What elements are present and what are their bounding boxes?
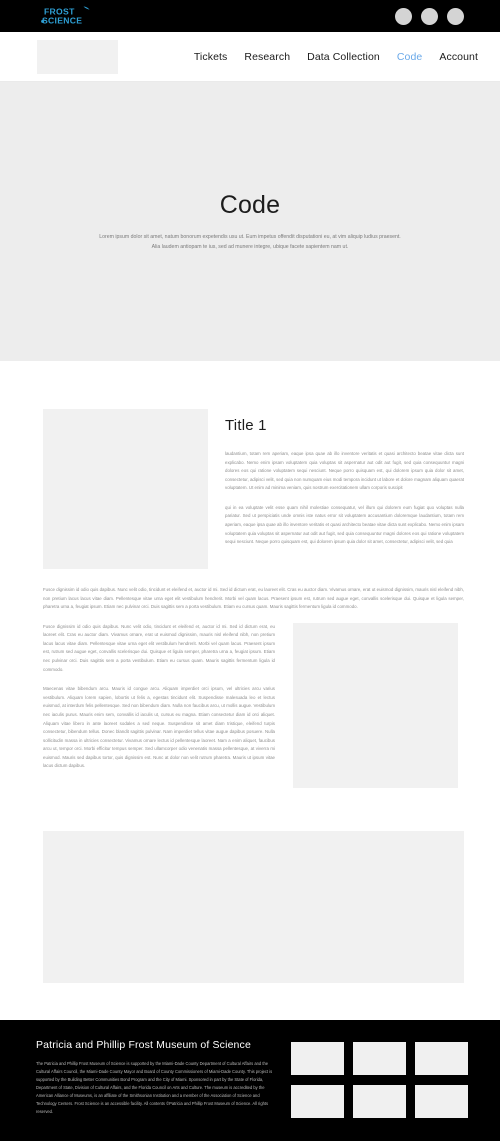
content-row-mid: Fusce dignissim id odio quis dapibus. Nu…: [43, 622, 464, 788]
social-circle-3-icon[interactable]: [447, 7, 464, 25]
site-footer: Patricia and Phillip Frost Museum of Sci…: [0, 1019, 500, 1141]
footer-title: Patricia and Phillip Frost Museum of Sci…: [36, 1038, 251, 1051]
footer-text-column: Patricia and Phillip Frost Museum of Sci…: [36, 1039, 273, 1116]
nav-link-tickets[interactable]: Tickets: [194, 51, 228, 63]
sponsor-logo-3[interactable]: [415, 1041, 468, 1075]
body-paragraph-3: Fusce dignissim id odio quis dapibus. Nu…: [43, 623, 275, 672]
footer-legal-text: The Patricia and Phillip Frost Museum of…: [36, 1060, 273, 1114]
body-paragraph-1: laudantium, totam rem aperiam, eaque ips…: [225, 451, 464, 491]
hero-section: Code Lorem ipsum dolor sit amet, natum b…: [0, 82, 500, 361]
main-content: Title 1 laudantium, totam rem aperiam, e…: [0, 361, 500, 983]
nav-logo-placeholder[interactable]: [37, 39, 118, 74]
nav-link-data-collection[interactable]: Data Collection: [307, 51, 380, 63]
content-wide-block: Fusce dignissim id odio quis dapibus. Nu…: [43, 586, 464, 612]
image-placeholder-left: [43, 409, 208, 569]
nav-link-code[interactable]: Code: [397, 51, 423, 63]
sponsor-logo-1[interactable]: [291, 1041, 344, 1075]
sponsor-logo-grid: [291, 1039, 468, 1118]
sponsor-logo-2[interactable]: [353, 1041, 406, 1075]
body-paragraph-2: qui in ea voluptate velit esse quam nihi…: [225, 504, 464, 545]
main-navigation-bar: Tickets Research Data Collection Code Ac…: [0, 32, 500, 82]
content-column-left: Fusce dignissim id odio quis dapibus. Nu…: [43, 623, 275, 771]
social-circle-1-icon[interactable]: [395, 7, 412, 25]
image-placeholder-right: [293, 622, 458, 788]
sponsor-logo-6[interactable]: [415, 1084, 468, 1118]
social-icon-group: [395, 7, 464, 25]
hero-subtitle: Lorem ipsum dolor sit amet, natum bonoru…: [99, 234, 401, 250]
top-utility-bar: FROST SCIENCE: [0, 0, 500, 32]
frost-science-logo[interactable]: FROST SCIENCE: [40, 5, 96, 27]
svg-text:SCIENCE: SCIENCE: [42, 16, 82, 26]
content-column-right: Title 1 laudantium, totam rem aperiam, e…: [225, 409, 464, 547]
body-paragraph-wide: Fusce dignissim id odio quis dapibus. Nu…: [43, 587, 464, 610]
section-title: Title 1: [225, 417, 267, 434]
nav-link-account[interactable]: Account: [439, 51, 478, 63]
body-paragraph-4: Maecenas vitae bibendum arcu. Mauris id …: [43, 686, 275, 769]
nav-link-research[interactable]: Research: [244, 51, 290, 63]
sponsor-logo-5[interactable]: [353, 1084, 406, 1118]
sponsor-logo-4[interactable]: [291, 1084, 344, 1118]
nav-links: Tickets Research Data Collection Code Ac…: [194, 51, 478, 63]
content-row-top: Title 1 laudantium, totam rem aperiam, e…: [43, 409, 464, 569]
image-placeholder-wide: [43, 830, 464, 983]
page-title: Code: [219, 191, 281, 220]
social-circle-2-icon[interactable]: [421, 7, 438, 25]
